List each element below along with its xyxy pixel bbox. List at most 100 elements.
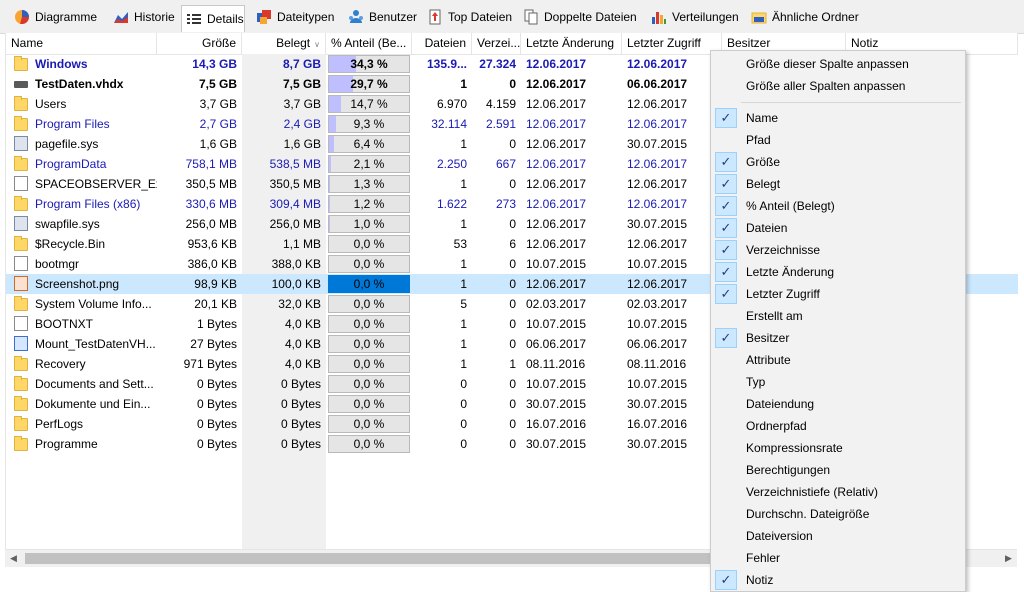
cell-files: 1: [460, 177, 467, 191]
cell-modified: 10.07.2015: [526, 317, 587, 331]
column-header-1[interactable]: Größe: [157, 33, 242, 54]
image-file-icon: [14, 276, 28, 291]
system-file-icon: [14, 136, 28, 151]
percent-bar: 0,0 %: [328, 295, 410, 313]
menu-item-column-dateien[interactable]: ✓ Dateien: [713, 217, 963, 239]
menu-item-column-kompressionsrate[interactable]: Kompressionsrate: [713, 437, 963, 459]
cell-name: Dokumente und Ein...: [35, 397, 151, 411]
similar-folders-icon: [751, 9, 767, 25]
cell-dirs: 0: [509, 437, 516, 451]
cell-files: 5: [460, 297, 467, 311]
cell-accessed: 30.07.2015: [627, 137, 688, 151]
column-header-3[interactable]: % Anteil (Be...: [326, 33, 412, 54]
menu-item-column-name[interactable]: ✓ Name: [713, 107, 963, 129]
column-header-7[interactable]: Letzter Zugriff: [622, 33, 722, 54]
menu-item-column-letzte-änderung[interactable]: ✓ Letzte Änderung: [713, 261, 963, 283]
tab-doppelte-dateien[interactable]: Doppelte Dateien: [519, 5, 639, 29]
cell-size: 953,6 KB: [187, 237, 237, 251]
folder-icon: [14, 156, 28, 171]
menu-item-column-attribute[interactable]: Attribute: [713, 349, 963, 371]
cell-accessed: 12.06.2017: [627, 57, 688, 71]
menu-item-column-pfad[interactable]: Pfad: [713, 129, 963, 151]
menu-item-column-ordnerpfad[interactable]: Ordnerpfad: [713, 415, 963, 437]
history-chart-icon: [113, 9, 129, 25]
cell-dirs: 1: [509, 357, 516, 371]
menu-item-column-letzter-zugriff[interactable]: ✓ Letzter Zugriff: [713, 283, 963, 305]
tab-label: Benutzer: [369, 10, 418, 24]
column-header-2[interactable]: Belegt ∨: [242, 33, 326, 54]
menu-item-label: Fehler: [746, 551, 781, 565]
distribution-chart-icon: [651, 9, 667, 25]
percent-bar: 0,0 %: [328, 235, 410, 253]
cell-files: 0: [460, 377, 467, 391]
cell-accessed: 12.06.2017: [627, 277, 688, 291]
cell-modified: 16.07.2016: [526, 417, 587, 431]
menu-item-column-verzeichnisse[interactable]: ✓ Verzeichnisse: [713, 239, 963, 261]
checkmark-icon: ✓: [715, 174, 737, 194]
cell-files: 1.622: [436, 197, 467, 211]
menu-item-column-durchschn-dateigrö-e[interactable]: Durchschn. Dateigröße: [713, 503, 963, 525]
tab-ähnliche-ordner[interactable]: Ähnliche Ordner: [747, 5, 863, 29]
cell-modified: 12.06.2017: [526, 197, 587, 211]
menu-item-column-grö-e[interactable]: ✓ Größe: [713, 151, 963, 173]
menu-item-column-besitzer[interactable]: ✓ Besitzer: [713, 327, 963, 349]
menu-item-column-dateiversion[interactable]: Dateiversion: [713, 525, 963, 547]
cell-size: 256,0 MB: [185, 217, 237, 231]
cell-accessed: 16.07.2016: [627, 417, 688, 431]
cell-used: 0 Bytes: [280, 417, 321, 431]
cell-name: Programme: [35, 437, 98, 451]
scrollbar-thumb[interactable]: [25, 553, 715, 564]
column-header-label: Notiz: [851, 36, 879, 50]
menu-item-column--anteil-belegt-[interactable]: ✓ % Anteil (Belegt): [713, 195, 963, 217]
folder-icon: [14, 96, 28, 111]
menu-item-column-belegt[interactable]: ✓ Belegt: [713, 173, 963, 195]
column-header-0[interactable]: Name: [6, 33, 157, 54]
checkmark-icon: ✓: [715, 570, 737, 590]
cell-size: 3,7 GB: [199, 97, 237, 111]
checkmark-icon: ✓: [715, 328, 737, 348]
menu-item-column-erstellt-am[interactable]: Erstellt am: [713, 305, 963, 327]
folder-icon: [14, 436, 28, 451]
folder-icon: [14, 196, 28, 211]
cell-accessed: 02.03.2017: [627, 297, 688, 311]
menu-item-resize-0[interactable]: Größe dieser Spalte anpassen: [713, 53, 963, 75]
menu-item-column-fehler[interactable]: Fehler: [713, 547, 963, 569]
percent-label: 0,0 %: [353, 377, 385, 391]
tab-details[interactable]: Details: [181, 5, 245, 32]
checkmark-icon: ✓: [715, 284, 737, 304]
percent-label: 1,3 %: [353, 177, 385, 191]
tab-top-dateien[interactable]: Top Dateien: [423, 5, 512, 29]
cell-dirs: 0: [509, 337, 516, 351]
cell-name: Program Files (x86): [35, 197, 141, 211]
cell-used: 100,0 KB: [271, 277, 321, 291]
tab-dateitypen[interactable]: Dateitypen: [252, 5, 336, 29]
duplicate-files-icon: [523, 9, 539, 25]
column-header-6[interactable]: Letzte Änderung: [521, 33, 622, 54]
column-header-4[interactable]: Dateien: [412, 33, 472, 54]
menu-item-column-notiz[interactable]: ✓ Notiz: [713, 569, 963, 591]
tab-verteilungen[interactable]: Verteilungen: [647, 5, 739, 29]
cell-dirs: 27.324: [479, 57, 516, 71]
tab-diagramme[interactable]: Diagramme: [10, 5, 105, 29]
scroll-right-arrow-icon[interactable]: ▶: [1000, 550, 1017, 567]
percent-label: 1,2 %: [353, 197, 385, 211]
tab-historie[interactable]: Historie: [109, 5, 178, 29]
menu-item-column-verzeichnistiefe-relativ-[interactable]: Verzeichnistiefe (Relativ): [713, 481, 963, 503]
percent-bar: 0,0 %: [328, 435, 410, 453]
cell-accessed: 10.07.2015: [627, 257, 688, 271]
menu-item-column-dateiendung[interactable]: Dateiendung: [713, 393, 963, 415]
menu-item-column-typ[interactable]: Typ: [713, 371, 963, 393]
menu-item-label: Letzter Zugriff: [746, 287, 820, 301]
menu-item-label: Erstellt am: [746, 309, 803, 323]
cell-used: 350,5 MB: [269, 177, 321, 191]
tab-benutzer[interactable]: Benutzer: [344, 5, 418, 29]
menu-item-resize-1[interactable]: Größe aller Spalten anpassen: [713, 75, 963, 97]
column-header-label: Belegt: [276, 36, 311, 50]
cell-dirs: 0: [509, 257, 516, 271]
cell-dirs: 4.159: [485, 97, 516, 111]
column-header-5[interactable]: Verzei...: [472, 33, 521, 54]
scroll-left-arrow-icon[interactable]: ◀: [5, 550, 22, 567]
cell-size: 350,5 MB: [185, 177, 237, 191]
file-types-icon: [256, 9, 272, 25]
menu-item-column-berechtigungen[interactable]: Berechtigungen: [713, 459, 963, 481]
